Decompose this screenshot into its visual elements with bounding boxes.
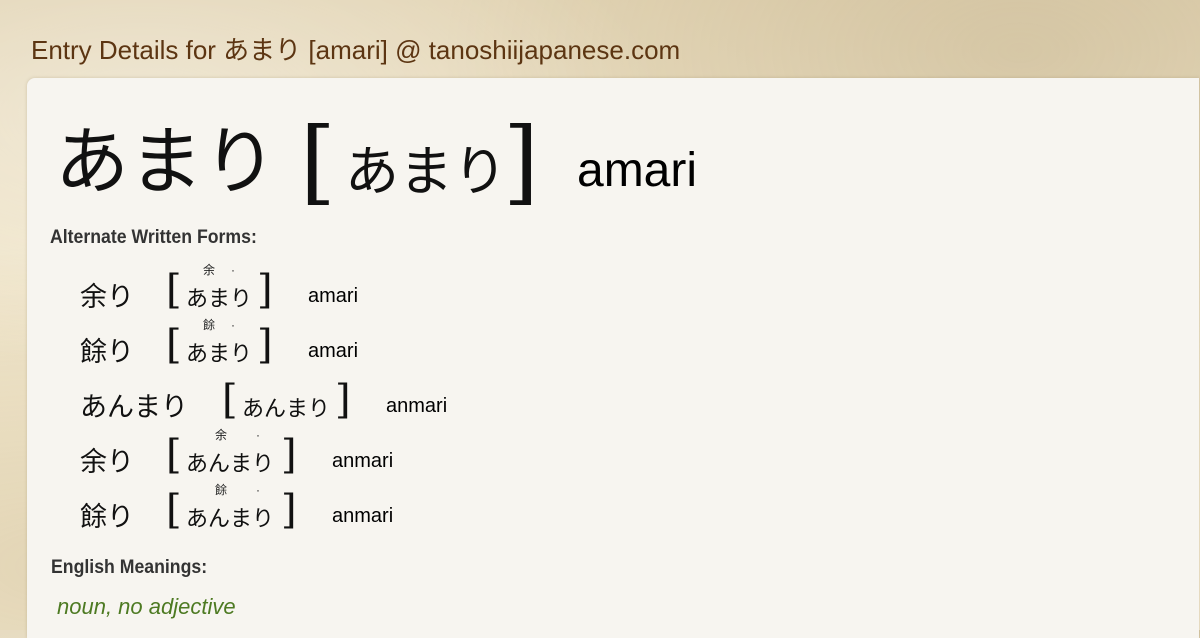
bracket-close: ] [281, 432, 297, 478]
alternate-form-reading: あまり [186, 287, 253, 312]
bracket-open: [ [166, 432, 182, 478]
pitch-accent-dot: · [256, 483, 260, 497]
ruby-kanji: 余 [203, 263, 216, 277]
bracket-close: ] [335, 377, 351, 423]
pitch-accent-dot: · [231, 263, 235, 277]
alternate-form-romaji: anmari [386, 395, 448, 417]
alternate-forms-heading: Alternate Written Forms: [50, 227, 257, 248]
alternate-form-row: 餘り [ 餘 · あんまり ] anmari [0, 483, 700, 548]
alternate-form-romaji: amari [308, 285, 359, 307]
alternate-form-romaji: amari [308, 340, 359, 362]
english-meanings-heading: English Meanings: [51, 557, 208, 578]
bracket-open: [ [166, 487, 182, 533]
alternate-form-word: 余り [80, 447, 134, 478]
main-romaji: amari [577, 144, 698, 197]
alternate-form-romaji: anmari [332, 505, 394, 527]
alternate-form-reading: あまり [186, 342, 253, 367]
alternate-form-romaji: anmari [332, 450, 394, 472]
alternate-form-word: 余り [80, 282, 134, 313]
alternate-form-reading: あんまり [242, 397, 331, 422]
page-title: Entry Details for あまり [amari] @ tanoshii… [31, 35, 681, 65]
ruby-kanji: 余 [215, 428, 228, 442]
main-reading-bracket-open: [ [300, 108, 336, 215]
main-reading: あまり [345, 140, 507, 203]
main-word: あまり [55, 119, 277, 205]
pitch-accent-dot: · [231, 318, 235, 332]
alternate-form-reading: あんまり [186, 507, 275, 532]
ruby-kanji: 餘 [215, 483, 228, 497]
alternate-form-reading: あんまり [186, 452, 275, 477]
bracket-open: [ [166, 267, 182, 313]
part-of-speech: noun, no adjective [57, 594, 236, 619]
alternate-form-word: 餘り [80, 337, 134, 368]
alternate-form-word: あんまり [80, 392, 188, 423]
bracket-close: ] [257, 267, 273, 313]
alternate-form-row: 余り [ 余 · あまり ] amari [0, 263, 700, 328]
bracket-open: [ [222, 377, 238, 423]
bracket-open: [ [166, 322, 182, 368]
main-reading-bracket-close: ] [503, 108, 539, 215]
alternate-form-word: 餘り [80, 502, 134, 533]
ruby-kanji: 餘 [203, 318, 216, 332]
alternate-form-row: 余り [ 余 · あんまり ] anmari [0, 428, 700, 493]
bracket-close: ] [257, 322, 273, 368]
alternate-form-row: 餘り [ 餘 · あまり ] amari [0, 318, 700, 383]
pitch-accent-dot: · [256, 428, 260, 442]
alternate-form-row: あんまり [ あんまり ] anmari [0, 378, 700, 438]
bracket-close: ] [281, 487, 297, 533]
